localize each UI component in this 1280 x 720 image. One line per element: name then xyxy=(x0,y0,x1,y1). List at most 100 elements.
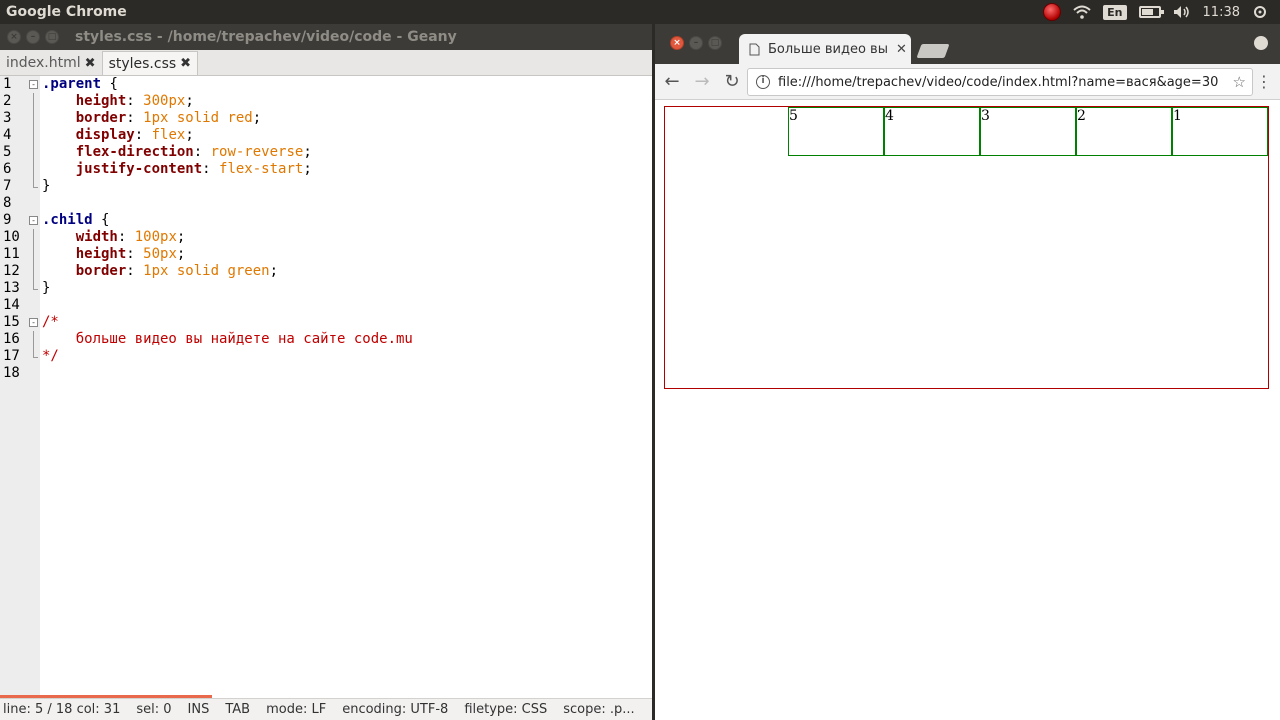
chrome-window-controls: × – □ xyxy=(663,36,722,50)
line-number: 11 xyxy=(0,246,40,263)
line-number: 13 xyxy=(0,280,40,297)
code-line: .child { xyxy=(42,212,110,228)
line-number: 10 xyxy=(0,229,40,246)
status-mode: mode: LF xyxy=(266,702,327,717)
clock-indicator[interactable]: 11:38 xyxy=(1203,0,1240,24)
browser-toolbar: ← → ↻ i file:///home/trepachev/video/cod… xyxy=(655,64,1280,100)
back-button[interactable]: ← xyxy=(659,69,685,95)
geany-window-controls: × – □ xyxy=(0,30,59,44)
status-ins: INS xyxy=(187,702,210,717)
battery-indicator[interactable] xyxy=(1138,0,1164,24)
close-window-button[interactable]: × xyxy=(670,36,684,50)
line-number: 12 xyxy=(0,263,40,280)
back-arrow-icon: ← xyxy=(664,71,680,92)
geany-window-title: styles.css - /home/trepachev/video/code … xyxy=(75,29,457,45)
line-number: 8 xyxy=(3,195,12,211)
reload-icon: ↻ xyxy=(724,71,740,92)
line-number: 6 xyxy=(0,161,40,178)
child-box: 4 xyxy=(884,107,980,156)
status-encoding: encoding: UTF-8 xyxy=(342,702,449,717)
code-line: border: 1px solid green; xyxy=(75,263,279,279)
code-line: .parent { xyxy=(42,76,118,92)
code-line: } xyxy=(42,178,51,194)
clock: 11:38 xyxy=(1202,4,1240,20)
browser-tab-title: Больше видео вы н xyxy=(768,41,888,57)
line-number: 7 xyxy=(0,178,40,195)
power-gear-icon xyxy=(1254,6,1266,18)
browser-tab[interactable]: Больше видео вы н ✕ xyxy=(739,34,911,64)
power-indicator[interactable] xyxy=(1252,0,1268,24)
code-line: } xyxy=(42,280,51,296)
address-bar[interactable]: i file:///home/trepachev/video/code/inde… xyxy=(747,68,1253,96)
code-line: height: 300px; xyxy=(75,93,194,109)
forward-button[interactable]: → xyxy=(689,69,715,95)
line-number: 4 xyxy=(0,127,40,144)
line-number: 1- xyxy=(0,76,40,93)
editor-tabs: index.html ✖ styles.css ✖ xyxy=(0,50,652,76)
info-icon[interactable]: i xyxy=(756,75,770,89)
line-number: 14 xyxy=(3,297,20,313)
child-box: 5 xyxy=(788,107,884,156)
maximize-window-button[interactable]: □ xyxy=(45,30,59,44)
line-number: 18 xyxy=(3,365,20,381)
close-tab-icon[interactable]: ✖ xyxy=(180,56,191,71)
code-line: display: flex; xyxy=(75,127,194,143)
tab-index-html[interactable]: index.html ✖ xyxy=(0,51,102,75)
fold-marker-icon[interactable]: - xyxy=(29,216,38,225)
new-tab-button[interactable] xyxy=(916,44,950,58)
chrome-tab-strip: × – □ Больше видео вы н ✕ xyxy=(655,24,1280,64)
line-number: 5 xyxy=(0,144,40,161)
status-tab: TAB xyxy=(225,702,251,717)
fold-marker-icon[interactable]: - xyxy=(29,318,38,327)
page-icon xyxy=(749,43,760,55)
status-scope: scope: .p... xyxy=(563,702,635,717)
wifi-icon xyxy=(1073,5,1091,19)
system-tray: En 11:38 xyxy=(1043,0,1280,24)
line-number: 2 xyxy=(0,93,40,110)
code-editor[interactable]: 1- 2 3 4 5 6 7 8 9- 10 11 12 13 14 15- 1… xyxy=(0,76,652,698)
chrome-window: × – □ Больше видео вы н ✕ ← → ↻ i file:/… xyxy=(652,24,1280,720)
minimize-window-button[interactable]: – xyxy=(689,36,703,50)
code-text[interactable]: .parent { height: 300px; border: 1px sol… xyxy=(40,76,652,698)
menu-icon[interactable]: ⋮ xyxy=(1256,72,1272,91)
child-box: 2 xyxy=(1076,107,1172,156)
maximize-window-button[interactable]: □ xyxy=(708,36,722,50)
keyboard-layout-indicator[interactable]: En xyxy=(1103,0,1127,24)
code-line: height: 50px; xyxy=(75,246,186,262)
wifi-indicator[interactable] xyxy=(1073,0,1091,24)
reload-button[interactable]: ↻ xyxy=(719,69,745,95)
url-text: file:///home/trepachev/video/code/index.… xyxy=(778,74,1219,90)
geany-window: × – □ styles.css - /home/trepachev/video… xyxy=(0,24,652,720)
line-number: 3 xyxy=(0,110,40,127)
tab-label: styles.css xyxy=(108,55,177,72)
status-sel: sel: 0 xyxy=(136,702,172,717)
close-window-button[interactable]: × xyxy=(7,30,21,44)
close-tab-icon[interactable]: ✖ xyxy=(85,56,96,71)
line-number: 16 xyxy=(0,331,40,348)
page-viewport: 1 2 3 4 5 xyxy=(655,100,1280,720)
volume-indicator[interactable] xyxy=(1173,0,1191,24)
code-line: */ xyxy=(42,348,59,364)
recording-indicator[interactable] xyxy=(1043,0,1062,24)
minimize-window-button[interactable]: – xyxy=(26,30,40,44)
record-icon xyxy=(1043,3,1062,21)
line-number: 15- xyxy=(0,314,40,331)
status-bar: line: 5 / 18 col: 31 sel: 0 INS TAB mode… xyxy=(0,698,652,720)
battery-icon xyxy=(1138,6,1164,18)
child-box: 1 xyxy=(1172,107,1268,156)
active-app-title: Google Chrome xyxy=(6,4,127,20)
code-line: flex-direction: row-reverse; xyxy=(75,144,312,160)
tab-label: index.html xyxy=(6,55,81,71)
bookmark-star-icon[interactable]: ☆ xyxy=(1233,73,1246,91)
fold-marker-icon[interactable]: - xyxy=(29,80,38,89)
parent-flex-box: 1 2 3 4 5 xyxy=(664,106,1269,389)
code-line: /* xyxy=(42,314,59,330)
code-line: width: 100px; xyxy=(75,229,186,245)
profile-icon[interactable] xyxy=(1254,36,1268,50)
close-tab-icon[interactable]: ✕ xyxy=(896,42,907,57)
forward-arrow-icon: → xyxy=(694,71,710,92)
tab-styles-css[interactable]: styles.css ✖ xyxy=(101,51,199,75)
